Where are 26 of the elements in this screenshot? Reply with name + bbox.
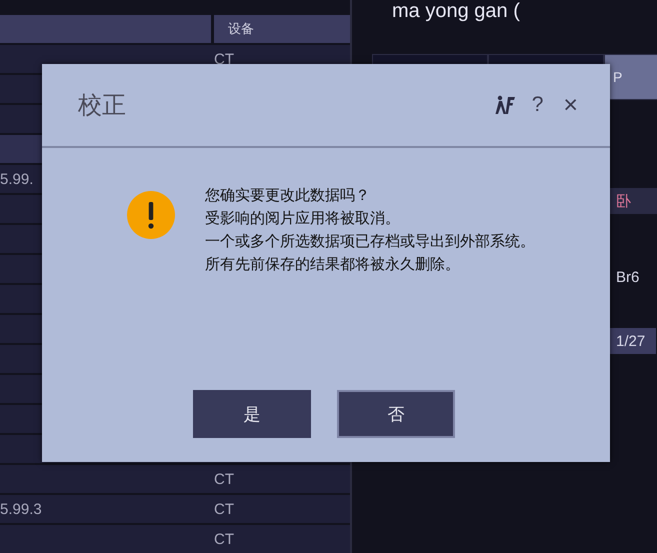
table-row[interactable]: 5.99.3 CT [0, 495, 350, 523]
table-cell: CT [214, 530, 234, 548]
table-cell: CT [214, 500, 234, 518]
dialog-title: 校正 [78, 91, 126, 121]
close-button[interactable]: × [559, 90, 582, 120]
dialog-button[interactable]: 是 [193, 390, 311, 438]
table-row[interactable]: CT [0, 525, 350, 553]
message-text: 受影响的阅片应用将被取消。 [205, 209, 400, 229]
message-text: 您确实要更改此数据吗？ [205, 186, 370, 206]
table-cell: CT [214, 50, 234, 68]
panel-cell: 卧 [610, 188, 657, 214]
tab[interactable]: P [604, 54, 657, 100]
panel-title: ma yong gan ( [392, 0, 521, 22]
help-button[interactable]: ? [528, 93, 548, 117]
dialog-button[interactable]: 否 [337, 390, 455, 438]
figure-icon[interactable] [494, 94, 516, 116]
table-cell: 5.99.3 [0, 500, 42, 518]
warning-icon [127, 191, 175, 239]
panel-cell-text: Br6 [615, 268, 640, 288]
table-cell: CT [214, 470, 234, 488]
message-text: 所有先前保存的结果都将被永久删除。 [205, 255, 460, 275]
table-row[interactable]: CT [0, 465, 350, 493]
message-text: 一个或多个所选数据项已存档或导出到外部系统。 [205, 232, 535, 252]
panel-cell: 1/27 [610, 328, 656, 354]
column-header[interactable]: 设备 [214, 15, 350, 43]
table-cell: 5.99. [0, 170, 34, 188]
